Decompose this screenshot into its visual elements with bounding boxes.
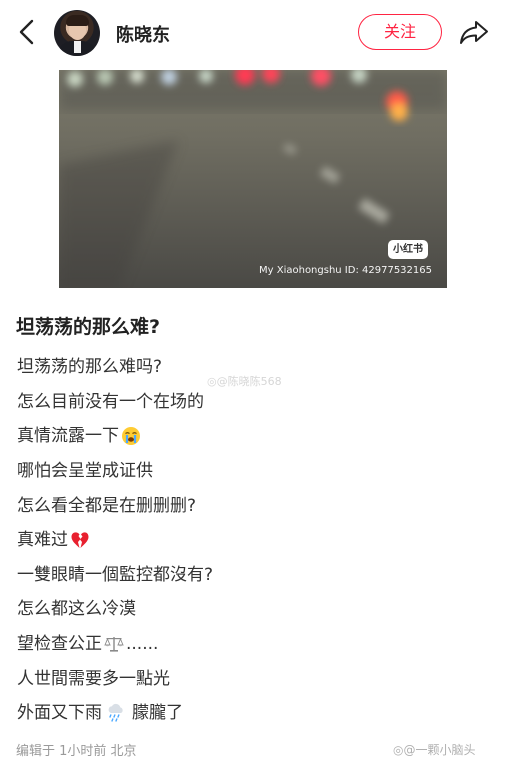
xiaohongshu-logo-watermark: 小红书	[388, 240, 428, 259]
post-line-suffix: 朦朧了	[132, 703, 183, 724]
broken-heart-emoji	[70, 530, 90, 550]
post-line: 怎么看全都是在删删删?	[17, 488, 487, 523]
share-button[interactable]	[458, 17, 490, 47]
post-line-text: 真情流露一下	[17, 426, 119, 447]
crying-face-emoji	[121, 426, 141, 446]
post-line: 一雙眼睛一個監控都沒有?	[17, 558, 487, 593]
rain-cloud-emoji	[106, 703, 126, 723]
post-line-text: 哪怕会呈堂成证供	[17, 461, 153, 482]
post-title: 坦荡荡的那么难?	[16, 316, 161, 338]
post-image[interactable]: 小红书 My Xiaohongshu ID: 42977532165	[59, 70, 447, 288]
post-line: 怎么目前没有一个在场的	[17, 385, 487, 420]
post-line: 怎么都这么冷漠	[17, 592, 487, 627]
author-name[interactable]: 陈晓东	[116, 21, 170, 47]
post-line: 外面又下雨 朦朧了	[17, 696, 487, 731]
post-line-suffix: ......	[126, 634, 159, 655]
post-line-text: 外面又下雨	[17, 703, 102, 724]
weibo-watermark-bottom: ◎@一颗小脑头	[393, 741, 476, 758]
post-line: 哪怕会呈堂成证供	[17, 454, 487, 489]
post-line-text: 怎么看全都是在删删删?	[17, 495, 197, 516]
avatar[interactable]	[54, 10, 100, 56]
weibo-watermark-middle: ◎@陈晓陈568	[207, 373, 282, 389]
top-bar: 陈晓东 关注	[0, 0, 509, 66]
post-line: 人世間需要多一點光	[17, 661, 487, 696]
post-line: 真难过	[17, 523, 487, 558]
post-meta: 编辑于 1小时前 北京	[16, 744, 137, 759]
weibo-icon: ◎	[207, 375, 217, 388]
post-line-text: 怎么目前没有一个在场的	[17, 391, 204, 412]
post-line-text: 坦荡荡的那么难吗?	[17, 357, 163, 378]
back-button[interactable]	[14, 17, 42, 47]
post-line-text: 真难过	[17, 530, 68, 551]
share-arrow-icon	[460, 21, 488, 44]
chevron-left-icon	[19, 19, 34, 45]
post-line-text: 一雙眼睛一個監控都沒有?	[17, 564, 214, 585]
post-line-text: 人世間需要多一點光	[17, 668, 170, 689]
xiaohongshu-id-watermark: My Xiaohongshu ID: 42977532165	[259, 265, 432, 276]
post-line-text: 望检查公正	[17, 634, 102, 655]
post-body: 坦荡荡的那么难吗? 怎么目前没有一个在场的 真情流露一下 哪怕会呈堂成证供 怎么…	[17, 350, 487, 731]
weibo-watermark-bottom-text: @一颗小脑头	[403, 743, 476, 757]
weibo-icon: ◎	[393, 743, 404, 757]
scales-emoji	[104, 634, 124, 654]
post-line: 望检查公正 ......	[17, 627, 487, 662]
follow-button[interactable]: 关注	[358, 14, 442, 50]
weibo-watermark-middle-text: @陈晓陈568	[216, 375, 282, 388]
post-line: 真情流露一下	[17, 419, 487, 454]
post-line-text: 怎么都这么冷漠	[17, 599, 136, 620]
